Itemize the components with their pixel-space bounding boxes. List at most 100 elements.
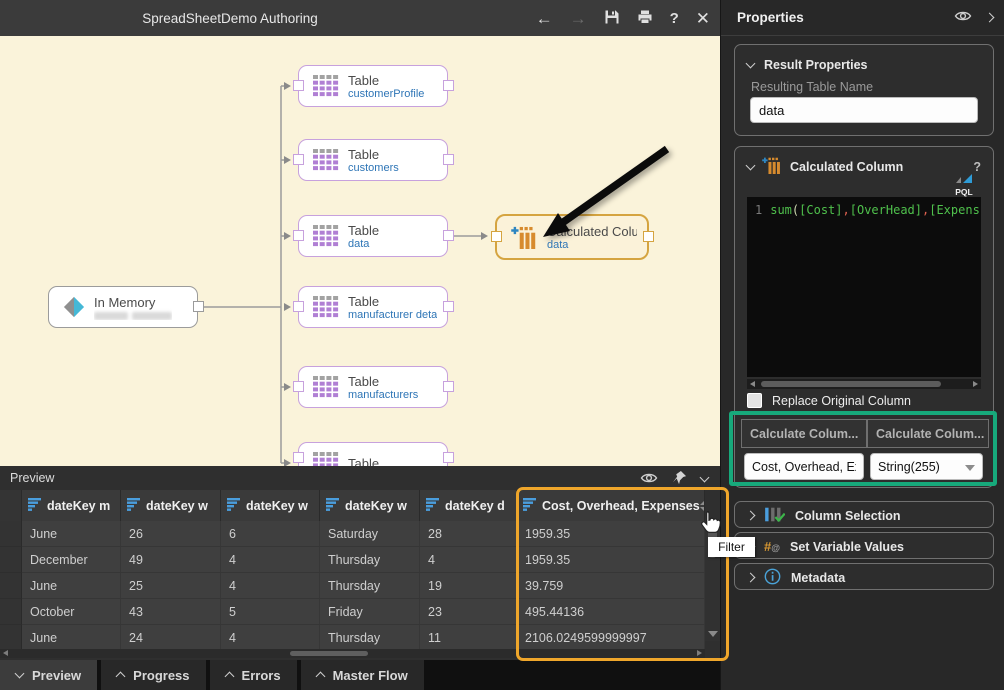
- tab-preview[interactable]: Preview: [0, 660, 97, 690]
- chevron-up-icon: [116, 672, 126, 682]
- table-row[interactable]: June 25 4 Thursday 19 39.759: [0, 573, 705, 599]
- node-title: Table: [348, 223, 379, 238]
- input-port[interactable]: [293, 301, 304, 312]
- cell: 495.44136: [517, 599, 705, 625]
- column-header-datekey-w1[interactable]: dateKey w: [121, 490, 221, 521]
- input-port[interactable]: [491, 231, 502, 242]
- table-row[interactable]: December 49 4 Thursday 4 1959.35: [0, 547, 705, 573]
- properties-eye-icon[interactable]: [954, 10, 972, 25]
- output-port[interactable]: [443, 381, 454, 392]
- row-gutter: [0, 573, 22, 599]
- chevron-up-icon: [224, 672, 234, 682]
- flow-node-table-manufacturer-details[interactable]: Table manufacturer details...: [298, 286, 448, 328]
- input-port[interactable]: [293, 80, 304, 91]
- tab-errors[interactable]: Errors: [210, 660, 297, 690]
- flow-node-calculated-column[interactable]: Calculated Column... data: [495, 214, 649, 260]
- column-type-icon: [426, 498, 440, 514]
- column-header-cost-overhead-expenses[interactable]: Cost, Overhead, Expenses: [517, 490, 705, 521]
- save-icon[interactable]: [604, 9, 620, 28]
- scroll-right-arrow[interactable]: [697, 650, 702, 656]
- section-header-result-properties[interactable]: Result Properties: [735, 51, 993, 78]
- tab-progress[interactable]: Progress: [101, 660, 205, 690]
- input-port[interactable]: [293, 154, 304, 165]
- column-header-datekey-w3[interactable]: dateKey w: [320, 490, 420, 521]
- close-icon[interactable]: ✕: [696, 10, 710, 27]
- scroll-right-arrow[interactable]: [973, 381, 978, 387]
- flow-node-table-partial[interactable]: Table: [298, 442, 448, 466]
- expression-code-editor[interactable]: 1sum([Cost],[OverHead],[Expens: [747, 197, 981, 377]
- grid-header-column-type[interactable]: Calculate Colum...: [867, 419, 989, 448]
- table-grid-icon: [313, 149, 339, 171]
- table-row[interactable]: June 26 6 Saturday 28 1959.35: [0, 521, 705, 547]
- pql-engine-badge: PQL: [949, 173, 979, 197]
- sort-arrows-icon[interactable]: [700, 501, 705, 511]
- preview-eye-icon[interactable]: [640, 472, 658, 487]
- output-port[interactable]: [443, 80, 454, 91]
- column-type-dropdown[interactable]: String(255): [870, 453, 983, 480]
- cell: Thursday: [320, 573, 420, 599]
- flow-node-table-customers[interactable]: Table customers: [298, 139, 448, 181]
- row-gutter: [0, 547, 22, 573]
- pql-icon: [954, 173, 974, 185]
- section-help-icon[interactable]: ?: [973, 160, 981, 174]
- cell: June: [22, 573, 121, 599]
- column-header-datekey-m[interactable]: dateKey m: [22, 490, 121, 521]
- flow-node-table-manufacturers[interactable]: Table manufacturers: [298, 366, 448, 408]
- window-title: SpreadSheetDemo Authoring: [0, 11, 460, 26]
- back-icon[interactable]: ←: [536, 10, 553, 27]
- tab-master-flow[interactable]: Master Flow: [301, 660, 424, 690]
- preview-collapse-icon[interactable]: [700, 473, 710, 483]
- cell: 5: [221, 599, 320, 625]
- forward-icon: →: [570, 10, 587, 27]
- cell: 6: [221, 521, 320, 547]
- input-port[interactable]: [293, 381, 304, 392]
- chevron-down-icon: [746, 58, 756, 68]
- input-port[interactable]: [293, 452, 304, 463]
- grid-header-column-name[interactable]: Calculate Colum...: [741, 419, 867, 448]
- cell: 4: [221, 547, 320, 573]
- flow-node-table-customerprofile[interactable]: Table customerProfile: [298, 65, 448, 107]
- in-memory-diamond-icon: [63, 296, 85, 318]
- flow-node-in-memory[interactable]: In Memory: [48, 286, 198, 328]
- column-header-datekey-w2[interactable]: dateKey w: [221, 490, 320, 521]
- column-name-input[interactable]: [744, 453, 864, 480]
- column-type-icon: [523, 498, 537, 514]
- resulting-table-name-input[interactable]: [750, 97, 978, 123]
- node-title: In Memory: [94, 295, 172, 310]
- cell: December: [22, 547, 121, 573]
- section-metadata[interactable]: Metadata: [734, 563, 994, 590]
- chevron-up-icon: [315, 672, 325, 682]
- scroll-left-arrow[interactable]: [3, 650, 8, 656]
- column-type-icon: [28, 498, 42, 514]
- replace-original-column-label: Replace Original Column: [772, 394, 911, 408]
- code-horizontal-scrollbar[interactable]: [747, 379, 981, 389]
- output-port[interactable]: [443, 301, 454, 312]
- flow-canvas[interactable]: In Memory Table customerProfile Table cu…: [0, 36, 720, 466]
- help-icon[interactable]: ?: [670, 11, 679, 26]
- node-title: Table: [348, 147, 399, 162]
- scroll-left-arrow[interactable]: [750, 381, 755, 387]
- preview-horizontal-scrollbar[interactable]: [0, 649, 705, 658]
- output-port[interactable]: [443, 452, 454, 463]
- preview-pin-icon[interactable]: [672, 470, 687, 488]
- cell: 1959.35: [517, 521, 705, 547]
- output-port[interactable]: [643, 231, 654, 242]
- scroll-down-arrow[interactable]: [708, 631, 718, 637]
- column-type-icon: [326, 498, 340, 514]
- node-title: Calculated Column...: [547, 224, 637, 239]
- input-port[interactable]: [293, 230, 304, 241]
- output-port[interactable]: [193, 301, 204, 312]
- flow-node-table-data[interactable]: Table data: [298, 215, 448, 257]
- node-title: Table: [348, 374, 418, 389]
- table-row[interactable]: October 43 5 Friday 23 495.44136: [0, 599, 705, 625]
- table-row[interactable]: June 24 4 Thursday 11 2106.0249599999997: [0, 625, 705, 651]
- replace-original-column-checkbox[interactable]: [747, 393, 762, 408]
- bottom-tab-bar: Preview Progress Errors Master Flow: [0, 660, 720, 690]
- panel-collapse-chevron-icon[interactable]: [985, 13, 995, 23]
- output-port[interactable]: [443, 154, 454, 165]
- print-icon[interactable]: [637, 9, 653, 28]
- column-header-datekey-d[interactable]: dateKey d: [420, 490, 517, 521]
- section-set-variable-values[interactable]: #@ Set Variable Values: [734, 532, 994, 559]
- section-column-selection[interactable]: Column Selection: [734, 501, 994, 528]
- output-port[interactable]: [443, 230, 454, 241]
